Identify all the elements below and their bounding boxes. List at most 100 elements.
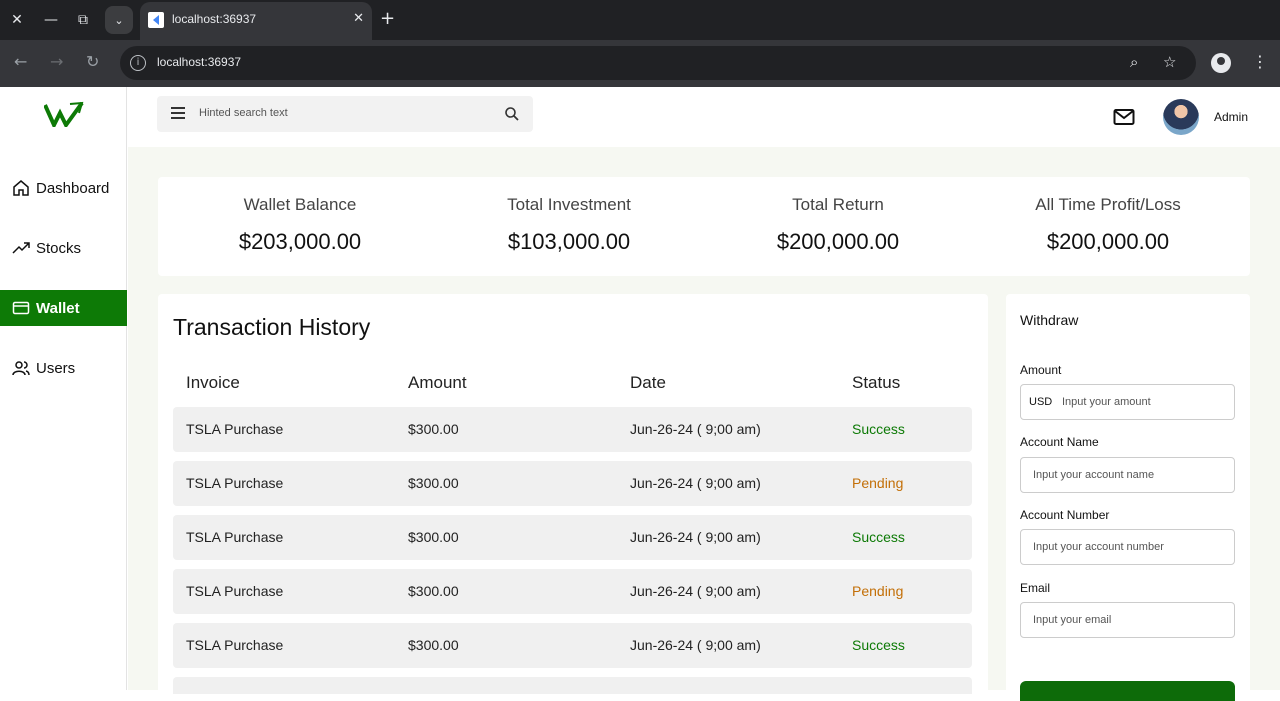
- app-header: Hinted search text Admin: [128, 87, 1280, 147]
- browser-toolbar: ← → ↻ i localhost:36937 ⌕ ☆ ⋮: [0, 40, 1280, 87]
- wallet-icon: [12, 301, 30, 315]
- mail-icon[interactable]: [1113, 108, 1135, 126]
- avatar[interactable]: [1163, 99, 1199, 135]
- bookmark-star-icon[interactable]: ☆: [1163, 53, 1176, 71]
- site-info-icon[interactable]: i: [130, 55, 146, 71]
- trending-up-icon: [12, 242, 30, 254]
- invoice-cell: TSLA Purchase: [186, 637, 284, 653]
- profile-icon[interactable]: [1211, 53, 1231, 73]
- account-number-label: Account Number: [1020, 508, 1110, 522]
- forward-icon[interactable]: →: [50, 52, 63, 71]
- status-badge: Success: [852, 637, 905, 653]
- amount-cell: $300.00: [408, 583, 459, 599]
- table-row[interactable]: [173, 677, 972, 694]
- amount-label: Amount: [1020, 363, 1062, 377]
- date-cell: Jun-26-24 ( 9;00 am): [630, 583, 761, 599]
- stat-value: $103,000.00: [507, 229, 631, 254]
- withdraw-card: Withdraw Amount USD Input your amount Ac…: [1006, 294, 1250, 701]
- home-icon: [13, 180, 29, 196]
- close-window-icon[interactable]: ✕: [5, 8, 29, 32]
- account-name-field[interactable]: Input your account name: [1020, 457, 1235, 493]
- amount-cell: $300.00: [408, 529, 459, 545]
- email-field[interactable]: Input your email: [1020, 602, 1235, 638]
- account-name-label: Account Name: [1020, 435, 1099, 449]
- search-icon[interactable]: [504, 106, 520, 122]
- stat-profit-loss: All Time Profit/Loss $200,000.00: [988, 195, 1228, 255]
- search-bar[interactable]: Hinted search text: [157, 96, 533, 132]
- stat-value: $203,000.00: [238, 229, 362, 254]
- logo-icon: [44, 101, 84, 127]
- email-input[interactable]: Input your email: [1033, 614, 1111, 626]
- stat-total-investment: Total Investment $103,000.00: [449, 195, 689, 255]
- account-name-input[interactable]: Input your account name: [1033, 469, 1154, 481]
- back-icon[interactable]: ←: [14, 52, 27, 71]
- tab-close-icon[interactable]: ✕: [353, 11, 364, 26]
- sidebar-item-dashboard[interactable]: Dashboard: [0, 170, 127, 206]
- status-badge: Success: [852, 421, 905, 437]
- flutter-favicon-icon: [148, 12, 164, 28]
- browser-tab-bar: ✕ — ⧉ ⌄ localhost:36937 ✕ +: [0, 0, 1280, 40]
- main-content: Wallet Balance $203,000.00 Total Investm…: [128, 147, 1280, 701]
- stat-label: Wallet Balance: [243, 195, 357, 214]
- amount-cell: $300.00: [408, 475, 459, 491]
- transaction-history-card: Transaction History Invoice Amount Date …: [158, 294, 988, 694]
- stat-value: $200,000.00: [1046, 229, 1170, 254]
- column-header-date: Date: [630, 373, 666, 392]
- amount-field[interactable]: USD Input your amount: [1020, 384, 1235, 420]
- sidebar-item-label: Users: [36, 359, 76, 377]
- menu-icon[interactable]: [171, 107, 185, 119]
- withdraw-submit-button[interactable]: [1020, 681, 1235, 701]
- table-row[interactable]: TSLA Purchase $300.00 Jun-26-24 ( 9;00 a…: [173, 623, 972, 668]
- amount-input[interactable]: Input your amount: [1062, 396, 1151, 408]
- status-badge: Pending: [852, 583, 904, 599]
- search-input[interactable]: Hinted search text: [199, 107, 288, 119]
- email-label: Email: [1020, 581, 1051, 595]
- stat-total-return: Total Return $200,000.00: [718, 195, 958, 255]
- invoice-cell: TSLA Purchase: [186, 475, 284, 491]
- invoice-cell: TSLA Purchase: [186, 583, 284, 599]
- sidebar-item-label: Stocks: [36, 239, 82, 257]
- column-header-invoice: Invoice: [186, 373, 240, 392]
- date-cell: Jun-26-24 ( 9;00 am): [630, 475, 761, 491]
- stat-value: $200,000.00: [776, 229, 900, 254]
- account-number-input[interactable]: Input your account number: [1033, 541, 1164, 553]
- tab-title: localhost:36937: [172, 12, 257, 26]
- column-header-status: Status: [852, 373, 901, 392]
- address-bar[interactable]: i localhost:36937 ⌕ ☆: [120, 46, 1196, 80]
- sidebar-item-wallet[interactable]: Wallet: [0, 290, 127, 326]
- browser-tab[interactable]: localhost:36937 ✕: [140, 2, 372, 40]
- withdraw-title: Withdraw: [1020, 312, 1079, 328]
- table-row[interactable]: TSLA Purchase $300.00 Jun-26-24 ( 9;00 a…: [173, 515, 972, 560]
- table-row[interactable]: TSLA Purchase $300.00 Jun-26-24 ( 9;00 a…: [173, 461, 972, 506]
- browser-menu-icon[interactable]: ⋮: [1252, 52, 1268, 71]
- stat-label: Total Return: [792, 195, 884, 214]
- table-row[interactable]: TSLA Purchase $300.00 Jun-26-24 ( 9;00 a…: [173, 569, 972, 614]
- new-tab-icon[interactable]: +: [380, 8, 395, 29]
- table-row[interactable]: TSLA Purchase $300.00 Jun-26-24 ( 9;00 a…: [173, 407, 972, 452]
- status-badge: Pending: [852, 475, 904, 491]
- sidebar-item-stocks[interactable]: Stocks: [0, 230, 127, 266]
- amount-cell: $300.00: [408, 421, 459, 437]
- reload-icon[interactable]: ↻: [86, 52, 99, 71]
- user-name[interactable]: Admin: [1214, 110, 1248, 124]
- stat-label: All Time Profit/Loss: [1035, 195, 1181, 214]
- tab-search-dropdown-icon[interactable]: ⌄: [105, 6, 133, 34]
- minimize-window-icon[interactable]: —: [39, 8, 63, 32]
- account-number-field[interactable]: Input your account number: [1020, 529, 1235, 565]
- date-cell: Jun-26-24 ( 9;00 am): [630, 637, 761, 653]
- url-text: localhost:36937: [157, 55, 242, 69]
- users-icon: [12, 361, 30, 376]
- amount-cell: $300.00: [408, 637, 459, 653]
- zoom-icon[interactable]: ⌕: [1130, 53, 1138, 71]
- currency-prefix: USD: [1029, 396, 1053, 408]
- sidebar-item-users[interactable]: Users: [0, 350, 127, 386]
- invoice-cell: TSLA Purchase: [186, 421, 284, 437]
- section-title: Transaction History: [173, 314, 371, 340]
- stats-card: Wallet Balance $203,000.00 Total Investm…: [158, 177, 1250, 276]
- date-cell: Jun-26-24 ( 9;00 am): [630, 421, 761, 437]
- sidebar-item-label: Dashboard: [36, 179, 110, 197]
- status-badge: Success: [852, 529, 905, 545]
- stat-label: Total Investment: [507, 195, 631, 214]
- restore-window-icon[interactable]: ⧉: [71, 8, 95, 32]
- sidebar: Dashboard Stocks Wallet Users: [0, 87, 127, 690]
